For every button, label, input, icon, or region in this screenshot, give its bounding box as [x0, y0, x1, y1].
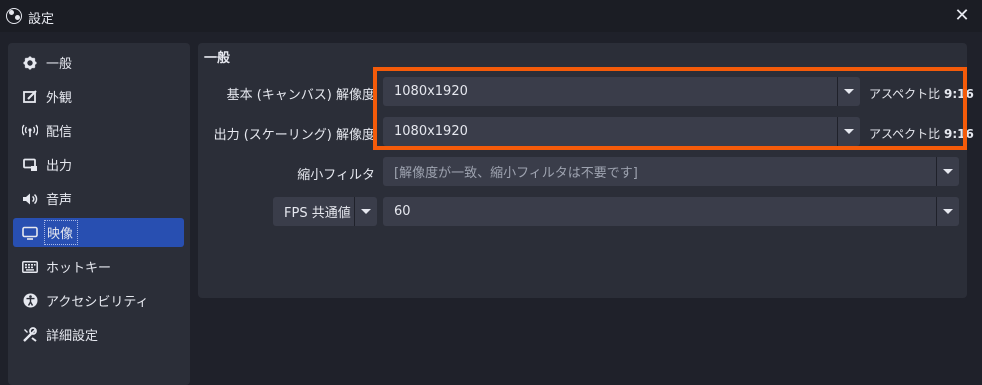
- base-resolution-value: 1080x1920: [394, 84, 468, 99]
- downscale-filter-label: 縮小フィルタ: [297, 168, 375, 183]
- chevron-down-icon[interactable]: [936, 197, 959, 226]
- title-bar: 設定 ✕: [0, 0, 982, 32]
- downscale-filter-combo[interactable]: [解像度が一致、縮小フィルタは不要です]: [383, 157, 959, 186]
- fps-value-combo[interactable]: 60: [383, 197, 959, 226]
- sidebar-item-hotkeys[interactable]: ホットキー: [13, 252, 184, 281]
- chevron-down-icon[interactable]: [354, 197, 377, 226]
- sidebar-item-label: 音声: [46, 193, 73, 208]
- sidebar-item-label: ホットキー: [46, 261, 112, 276]
- output-resolution-value: 1080x1920: [394, 124, 468, 139]
- sidebar-item-output[interactable]: 出力: [13, 150, 184, 179]
- sidebar-item-accessibility[interactable]: アクセシビリティ: [13, 286, 184, 315]
- sidebar-item-general[interactable]: 一般: [13, 48, 184, 77]
- settings-sidebar: 一般 外観 配信 出力 音声 映像 ホットキー アクセシビリティ 詳細設定: [8, 43, 190, 385]
- accessibility-icon: [22, 293, 38, 309]
- sidebar-item-label: アクセシビリティ: [46, 295, 149, 310]
- obs-logo-icon: [6, 8, 22, 24]
- output-icon: [22, 157, 38, 173]
- chevron-down-icon[interactable]: [837, 77, 860, 106]
- fps-value: 60: [394, 204, 411, 219]
- sidebar-item-label: 出力: [46, 159, 73, 174]
- base-aspect-ratio: アスペクト比 9:16: [869, 87, 974, 101]
- base-resolution-combo[interactable]: 1080x1920: [383, 77, 860, 106]
- appearance-icon: [22, 89, 38, 105]
- output-resolution-label: 出力 (スケーリング) 解像度: [213, 128, 375, 143]
- chevron-down-icon[interactable]: [837, 117, 860, 146]
- window-title: 設定: [28, 12, 55, 27]
- output-resolution-combo[interactable]: 1080x1920: [383, 117, 860, 146]
- sidebar-item-video[interactable]: 映像: [13, 218, 184, 247]
- speaker-icon: [22, 191, 38, 207]
- sidebar-item-label: 外観: [46, 91, 73, 106]
- sidebar-item-label: 詳細設定: [46, 329, 99, 344]
- sidebar-item-label: 一般: [46, 57, 73, 72]
- group-title: 一般: [204, 51, 231, 66]
- sidebar-item-advanced[interactable]: 詳細設定: [13, 320, 184, 349]
- broadcast-icon: [22, 123, 38, 139]
- base-resolution-label: 基本 (キャンバス) 解像度: [226, 88, 375, 103]
- downscale-filter-value: [解像度が一致、縮小フィルタは不要です]: [394, 166, 638, 181]
- sidebar-item-label: 映像: [47, 227, 74, 242]
- close-button[interactable]: ✕: [952, 6, 972, 26]
- video-settings-panel: 一般 基本 (キャンバス) 解像度 1080x1920 アスペクト比 9:16 …: [198, 43, 974, 298]
- sidebar-item-label: 配信: [46, 125, 73, 140]
- sidebar-item-stream[interactable]: 配信: [13, 116, 184, 145]
- keyboard-icon: [22, 259, 38, 275]
- fps-type-combo[interactable]: FPS 共通値: [273, 197, 377, 226]
- fps-type-value: FPS 共通値: [284, 206, 351, 221]
- monitor-icon: [22, 225, 38, 241]
- sidebar-item-appearance[interactable]: 外観: [13, 82, 184, 111]
- sidebar-item-audio[interactable]: 音声: [13, 184, 184, 213]
- output-aspect-ratio: アスペクト比 9:16: [869, 127, 974, 141]
- tools-icon: [22, 326, 38, 343]
- gear-icon: [22, 55, 38, 71]
- chevron-down-icon[interactable]: [936, 157, 959, 186]
